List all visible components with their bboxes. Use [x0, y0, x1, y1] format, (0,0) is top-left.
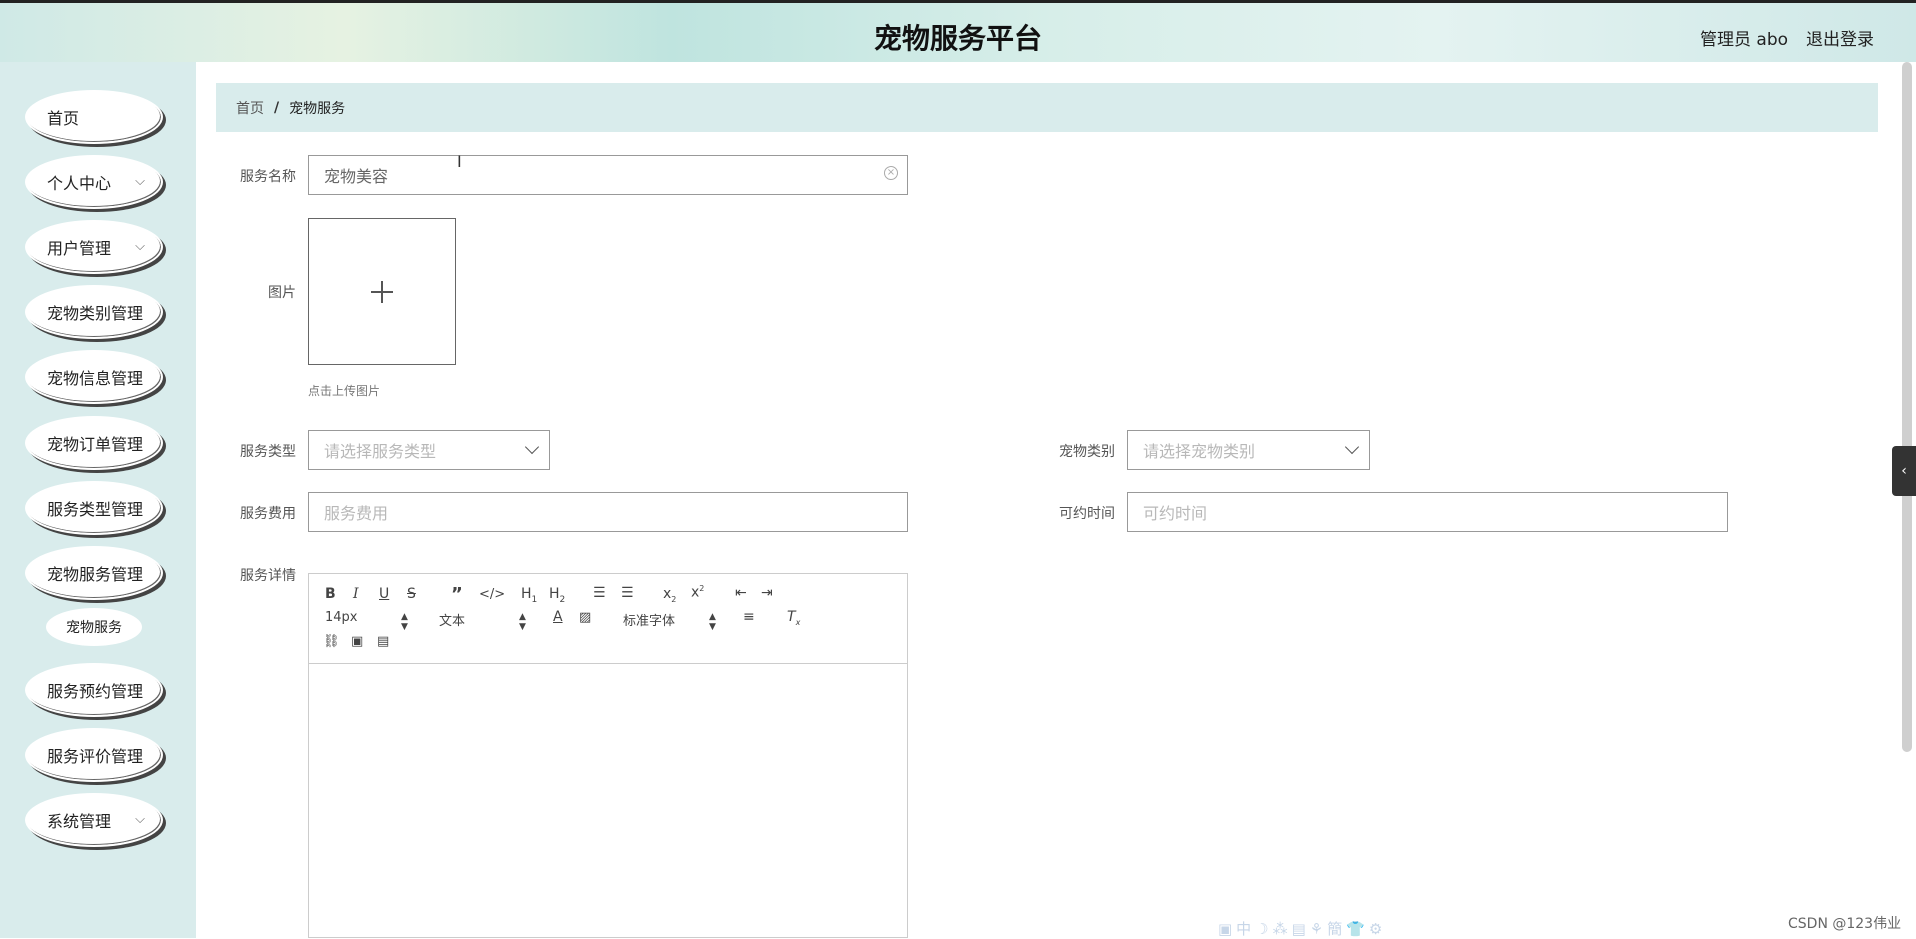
text-style-select[interactable]: 文本 ▲ ▼: [439, 610, 529, 632]
sidebar-item-9[interactable]: 服务评价管理: [25, 728, 163, 782]
details-label: 服务详情: [240, 568, 296, 584]
ordered-list-icon[interactable]: ☰: [593, 585, 606, 601]
subscript-icon[interactable]: x2: [663, 586, 676, 604]
sidebar-item-0[interactable]: 首页: [25, 90, 163, 144]
top-header: 宠物服务平台 管理员 abo 退出登录: [0, 0, 1916, 62]
font-size-select[interactable]: 14px ▲ ▼: [325, 610, 415, 632]
chevron-down-icon: [524, 439, 540, 455]
sidebar-item-8[interactable]: 服务预约管理: [25, 663, 163, 717]
pet-category-select[interactable]: 请选择宠物类别: [1127, 430, 1370, 470]
app-title: 宠物服务平台: [873, 22, 1042, 55]
service-type-label: 服务类型: [240, 444, 296, 460]
image-label: 图片: [268, 285, 296, 301]
heading2-icon[interactable]: H2: [549, 586, 565, 605]
sidebar-item-label: 服务评价管理: [47, 747, 144, 766]
sidebar-item-7[interactable]: 宠物服务管理: [25, 546, 163, 600]
align-icon[interactable]: ≡: [743, 609, 755, 625]
vertical-scrollbar[interactable]: [1902, 62, 1912, 752]
breadcrumb-current: 宠物服务: [289, 100, 346, 117]
underline-icon[interactable]: U: [379, 586, 389, 602]
service-fee-input[interactable]: 服务费用: [308, 492, 908, 532]
service-type-select[interactable]: 请选择服务类型: [308, 430, 550, 470]
service-fee-placeholder: 服务费用: [324, 504, 389, 523]
strikethrough-icon[interactable]: S: [407, 586, 416, 602]
sidebar-item-6[interactable]: 服务类型管理: [25, 481, 163, 535]
sidebar-item-label: 宠物信息管理: [47, 369, 144, 388]
upload-tip: 点击上传图片: [308, 384, 381, 398]
text-cursor-icon: I: [457, 152, 462, 171]
plus-icon-vertical: [381, 281, 383, 303]
video-icon[interactable]: ▤: [377, 634, 389, 649]
breadcrumb-separator: /: [274, 99, 280, 116]
service-name-label: 服务名称: [240, 169, 296, 185]
font-color-icon[interactable]: A: [553, 609, 563, 625]
bold-icon[interactable]: B: [325, 586, 336, 602]
rich-text-editor: B I U S ” </> H1 H2 ☰ ☰ x2 x2 ⇤ ⇥ 14px ▲…: [308, 573, 908, 938]
sidebar-item-label: 系统管理: [47, 812, 112, 831]
code-block-icon[interactable]: </>: [479, 587, 505, 602]
bullet-list-icon[interactable]: ☰: [621, 585, 634, 601]
outdent-icon[interactable]: ⇤: [735, 585, 747, 601]
csdn-watermark: CSDN @123伟业: [1788, 916, 1902, 932]
image-upload-box[interactable]: [308, 218, 456, 365]
superscript-icon[interactable]: x2: [691, 584, 704, 601]
font-family-select[interactable]: 标准字体 ▲ ▼: [623, 610, 723, 632]
italic-icon[interactable]: I: [353, 586, 359, 602]
sidebar-item-10[interactable]: 系统管理 ⌵: [25, 793, 163, 847]
clear-icon[interactable]: ×: [884, 166, 898, 180]
available-time-input[interactable]: 可约时间: [1127, 492, 1728, 532]
pet-category-label: 宠物类别: [1059, 444, 1115, 460]
sidebar-item-label: 个人中心: [47, 174, 112, 193]
updown-icon: ▲ ▼: [709, 612, 716, 632]
admin-username: 管理员 abo: [1700, 30, 1789, 50]
pet-category-placeholder: 请选择宠物类别: [1143, 442, 1256, 461]
available-time-placeholder: 可约时间: [1143, 504, 1208, 523]
sidebar-item-label: 服务预约管理: [47, 682, 144, 701]
chevron-down-icon: ⌵: [135, 239, 145, 254]
text-style-value: 文本: [439, 614, 466, 629]
sidebar-item-5[interactable]: 宠物订单管理: [25, 416, 163, 470]
updown-icon: ▲ ▼: [519, 612, 526, 632]
service-type-placeholder: 请选择服务类型: [324, 442, 437, 461]
background-color-icon[interactable]: ▨: [579, 610, 591, 625]
ime-toolbar-icons: ▣中☽⁂▤⚘簡👕⚙: [1218, 920, 1387, 938]
sidebar-item-label: 服务类型管理: [47, 500, 144, 519]
sidebar-item-2[interactable]: 用户管理 ⌵: [25, 220, 163, 274]
editor-content-area[interactable]: [309, 665, 907, 937]
link-icon[interactable]: ⛓: [323, 634, 340, 649]
blockquote-icon[interactable]: ”: [451, 584, 463, 605]
chevron-down-icon: ⌵: [135, 812, 145, 827]
font-family-value: 标准字体: [623, 614, 676, 629]
clear-format-icon[interactable]: Tx: [787, 609, 800, 627]
sidebar-subitem-pet-service[interactable]: 宠物服务: [46, 608, 142, 646]
updown-icon: ▲ ▼: [401, 612, 408, 632]
chevron-down-icon: [1344, 439, 1360, 455]
breadcrumb: 首页 / 宠物服务: [216, 83, 1878, 132]
available-time-label: 可约时间: [1059, 506, 1115, 522]
breadcrumb-home[interactable]: 首页: [236, 98, 264, 118]
sidebar-item-label: 首页: [47, 109, 80, 128]
font-size-value: 14px: [325, 610, 358, 625]
sidebar-item-label: 宠物类别管理: [47, 304, 144, 323]
image-icon[interactable]: ▣: [351, 634, 363, 649]
chevron-down-icon: ⌵: [135, 174, 145, 189]
collapse-panel-tab[interactable]: ‹: [1892, 446, 1916, 496]
logout-link[interactable]: 退出登录: [1806, 25, 1874, 50]
service-name-input[interactable]: 宠物美容 ×: [308, 155, 908, 195]
indent-icon[interactable]: ⇥: [761, 585, 773, 601]
sidebar-item-label: 用户管理: [47, 239, 112, 258]
sidebar-item-label: 宠物订单管理: [47, 435, 144, 454]
sidebar-item-1[interactable]: 个人中心 ⌵: [25, 155, 163, 209]
heading1-icon[interactable]: H1: [521, 586, 537, 605]
sidebar-item-label: 宠物服务管理: [47, 565, 144, 584]
service-fee-label: 服务费用: [240, 506, 296, 522]
sidebar-item-4[interactable]: 宠物信息管理: [25, 350, 163, 404]
service-name-value: 宠物美容: [324, 167, 389, 186]
sidebar-item-3[interactable]: 宠物类别管理: [25, 285, 163, 339]
editor-toolbar: B I U S ” </> H1 H2 ☰ ☰ x2 x2 ⇤ ⇥ 14px ▲…: [309, 574, 907, 664]
